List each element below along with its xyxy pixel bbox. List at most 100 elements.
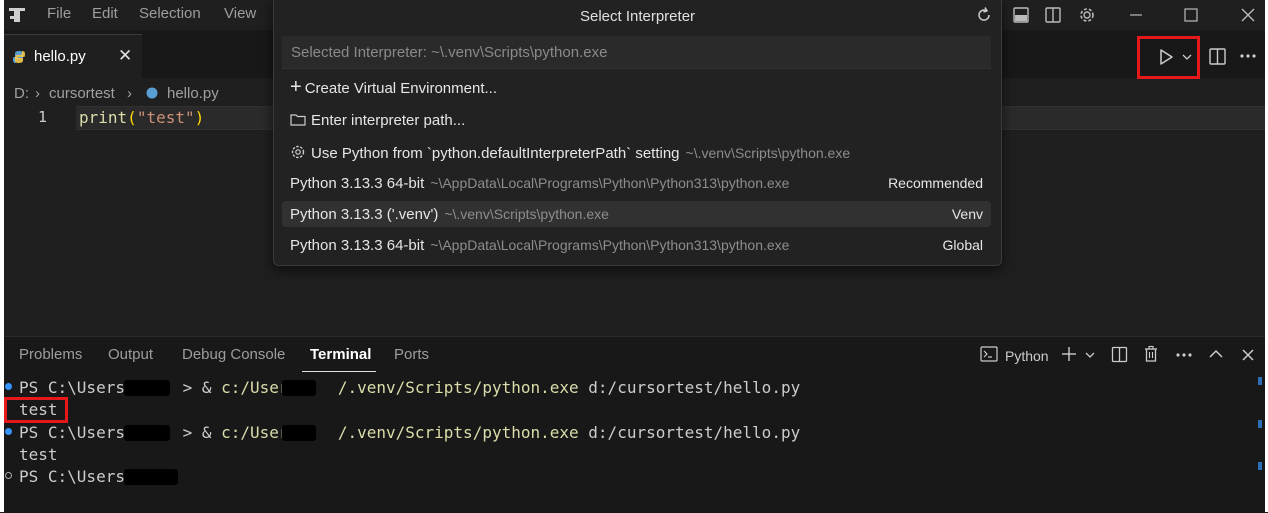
item-text: Python 3.13.3 64-bit ~\AppData\Local\Prog…: [290, 237, 789, 254]
terminal-text: d:/cursortest/hello.py: [578, 378, 801, 397]
breadcrumb-folder[interactable]: cursortest: [49, 85, 115, 102]
item-label: Create Virtual Environment...: [304, 80, 497, 97]
terminal-prompt: PS C:\Users\: [19, 467, 135, 486]
tab-close-icon[interactable]: ✕: [118, 46, 132, 66]
terminal-name[interactable]: Python: [1005, 348, 1049, 364]
code-paren: (: [127, 108, 137, 127]
command-success-dot: [5, 428, 12, 435]
quickpick-item-python-global[interactable]: Python 3.13.3 64-bit ~\AppData\Local\Prog…: [282, 232, 991, 258]
redaction-blot: [124, 469, 178, 485]
menu-selection[interactable]: Selection: [139, 5, 201, 22]
tab-debug-console[interactable]: Debug Console: [182, 346, 285, 363]
folder-icon: [290, 114, 306, 126]
maximize-panel-icon[interactable]: [1208, 347, 1224, 361]
item-text: Python 3.13.3 ('.venv') ~\.venv\Scripts\p…: [290, 206, 609, 223]
terminal-icon: [980, 346, 998, 362]
terminal-output-test: test: [19, 445, 58, 464]
maximize-icon[interactable]: [1182, 6, 1200, 24]
redaction-blot: [282, 425, 316, 441]
gear-icon: [291, 145, 305, 159]
item-description: ~\.venv\Scripts\python.exe: [685, 145, 851, 161]
item-description: ~\.venv\Scripts\python.exe: [444, 206, 609, 222]
terminal-output-test: test: [19, 400, 58, 419]
item-text: + Create Virtual Environment...: [290, 77, 497, 97]
scrollbar-marker: [1258, 377, 1262, 385]
tab-problems[interactable]: Problems: [19, 346, 82, 363]
active-tab-indicator: [302, 371, 376, 372]
item-tag: Venv: [951, 206, 983, 222]
code-paren: ): [194, 108, 205, 127]
breadcrumb-separator: ›: [127, 85, 132, 102]
quickpick-placeholder: Selected Interpreter: ~\.venv\Scripts\py…: [291, 44, 608, 61]
gear-icon[interactable]: [1076, 4, 1098, 26]
menu-edit[interactable]: Edit: [92, 5, 118, 22]
item-label: Python 3.13.3 64-bit: [290, 175, 425, 192]
line-number: 1: [38, 108, 48, 126]
plus-icon: +: [290, 76, 302, 98]
terminal-prompt-line[interactable]: PS C:\Users\: [19, 467, 135, 486]
tab-terminal[interactable]: Terminal: [310, 346, 371, 363]
more-actions-icon[interactable]: [1175, 351, 1193, 359]
redaction-blot: [124, 380, 170, 396]
terminal-path: /.venv/Scripts/python.exe: [337, 378, 579, 397]
quickpick-item-python-global-recommended[interactable]: Python 3.13.3 64-bit ~\AppData\Local\Prog…: [282, 170, 991, 196]
terminal-text: > &: [182, 378, 222, 397]
refresh-icon[interactable]: [974, 5, 994, 25]
item-description: ~\AppData\Local\Programs\Python\Python31…: [430, 237, 790, 253]
close-panel-icon[interactable]: [1241, 348, 1255, 362]
minimize-icon[interactable]: [1127, 6, 1145, 24]
item-label: Python 3.13.3 64-bit: [290, 237, 425, 254]
item-label: Enter interpreter path...: [311, 112, 466, 129]
layout-icon[interactable]: [1012, 6, 1030, 24]
terminal-prompt: PS C:\Users\: [19, 423, 135, 442]
scrollbar-marker: [1258, 462, 1262, 470]
tab-output[interactable]: Output: [108, 346, 153, 363]
quickpick-title: Select Interpreter: [579, 8, 696, 25]
terminal-text: d:/cursortest/hello.py: [578, 423, 801, 442]
item-label: Use Python from `python.defaultInterpret…: [311, 145, 680, 162]
command-success-dot: [5, 383, 12, 390]
menu-view[interactable]: View: [224, 5, 256, 22]
quickpick-item-default-path[interactable]: Use Python from `python.defaultInterpret…: [282, 139, 991, 165]
quickpick-item-create-venv[interactable]: + Create Virtual Environment...: [282, 75, 991, 101]
breadcrumb-drive[interactable]: D:: [14, 85, 29, 102]
redaction-blot: [124, 425, 170, 441]
split-editor-icon[interactable]: [1208, 47, 1227, 66]
item-text: Enter interpreter path...: [290, 112, 465, 129]
vscode-logo-icon: [9, 8, 25, 22]
quickpick-item-enter-path[interactable]: Enter interpreter path...: [282, 107, 991, 133]
code-line[interactable]: print("test"): [79, 108, 204, 127]
terminal-text: > &: [182, 423, 222, 442]
tab-ports[interactable]: Ports: [394, 346, 429, 363]
python-icon: [146, 87, 158, 99]
item-text: Python 3.13.3 64-bit ~\AppData\Local\Prog…: [290, 175, 789, 192]
split-icon[interactable]: [1044, 6, 1062, 24]
chevron-down-icon[interactable]: [1084, 350, 1096, 360]
item-label: Python 3.13.3 ('.venv'): [290, 206, 439, 223]
chevron-down-icon[interactable]: [1181, 52, 1193, 62]
item-text: Use Python from `python.defaultInterpret…: [290, 144, 850, 162]
breadcrumb-separator: ›: [35, 85, 40, 102]
more-actions-icon[interactable]: [1239, 52, 1257, 60]
quickpick-item-python-venv[interactable]: Python 3.13.3 ('.venv') ~\.venv\Scripts\p…: [282, 201, 991, 227]
code-function: print: [79, 108, 128, 127]
scrollbar-marker: [1258, 420, 1262, 428]
trash-icon[interactable]: [1143, 345, 1159, 363]
item-tag: Recommended: [888, 175, 983, 191]
terminal-path: /.venv/Scripts/python.exe: [337, 423, 579, 442]
split-terminal-icon[interactable]: [1111, 346, 1128, 363]
python-icon: [13, 51, 25, 63]
terminal-prompt: PS C:\Users\: [19, 378, 135, 397]
breadcrumb-file[interactable]: hello.py: [167, 85, 219, 102]
item-description: ~\AppData\Local\Programs\Python\Python31…: [430, 175, 790, 191]
menu-file[interactable]: File: [47, 5, 71, 22]
close-icon[interactable]: [1239, 6, 1257, 24]
redaction-blot: [282, 380, 316, 396]
command-pending-dot: [5, 472, 12, 479]
new-terminal-icon[interactable]: [1061, 346, 1077, 362]
select-interpreter-quickpick: Select Interpreter Selected Interpreter:…: [273, 0, 1002, 266]
code-string: "test": [136, 108, 195, 127]
play-icon[interactable]: [1157, 48, 1175, 66]
tab-label: hello.py: [34, 48, 86, 65]
item-tag: Global: [942, 237, 983, 253]
